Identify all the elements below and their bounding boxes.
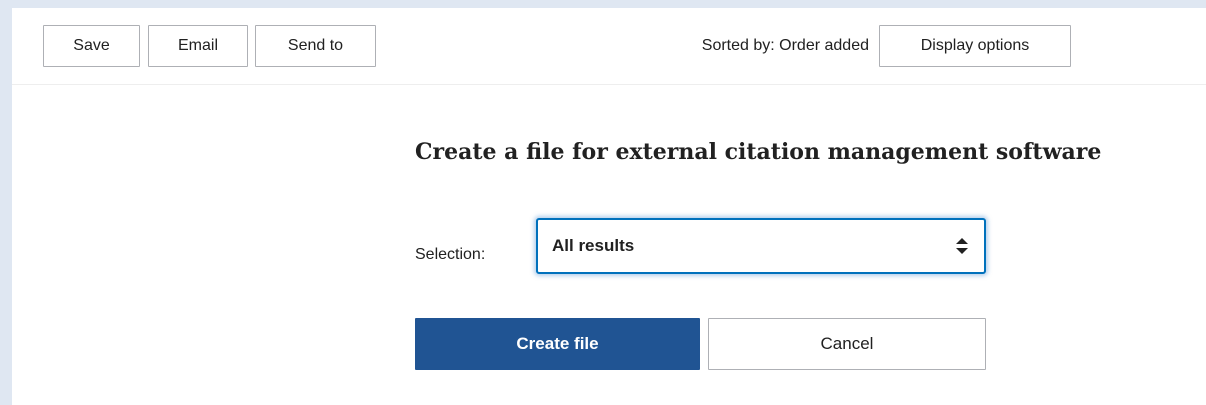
citation-form-heading: Create a file for external citation mana…	[415, 139, 1102, 165]
updown-arrows-icon	[956, 238, 968, 254]
sort-status-text: Sorted by: Order added	[701, 37, 869, 54]
results-toolbar: Save Email Send to Sorted by: Order adde…	[12, 8, 1206, 85]
selection-value: All results	[552, 236, 635, 255]
cancel-button[interactable]: Cancel	[708, 318, 986, 370]
results-panel: Save Email Send to Sorted by: Order adde…	[12, 8, 1206, 405]
display-options-button[interactable]: Display options	[879, 25, 1071, 67]
send-to-button[interactable]: Send to	[255, 25, 376, 67]
selection-dropdown[interactable]: All results	[536, 218, 986, 274]
create-file-button[interactable]: Create file	[415, 318, 700, 370]
save-button[interactable]: Save	[43, 25, 140, 67]
selection-label: Selection:	[415, 246, 486, 263]
email-button[interactable]: Email	[148, 25, 248, 67]
